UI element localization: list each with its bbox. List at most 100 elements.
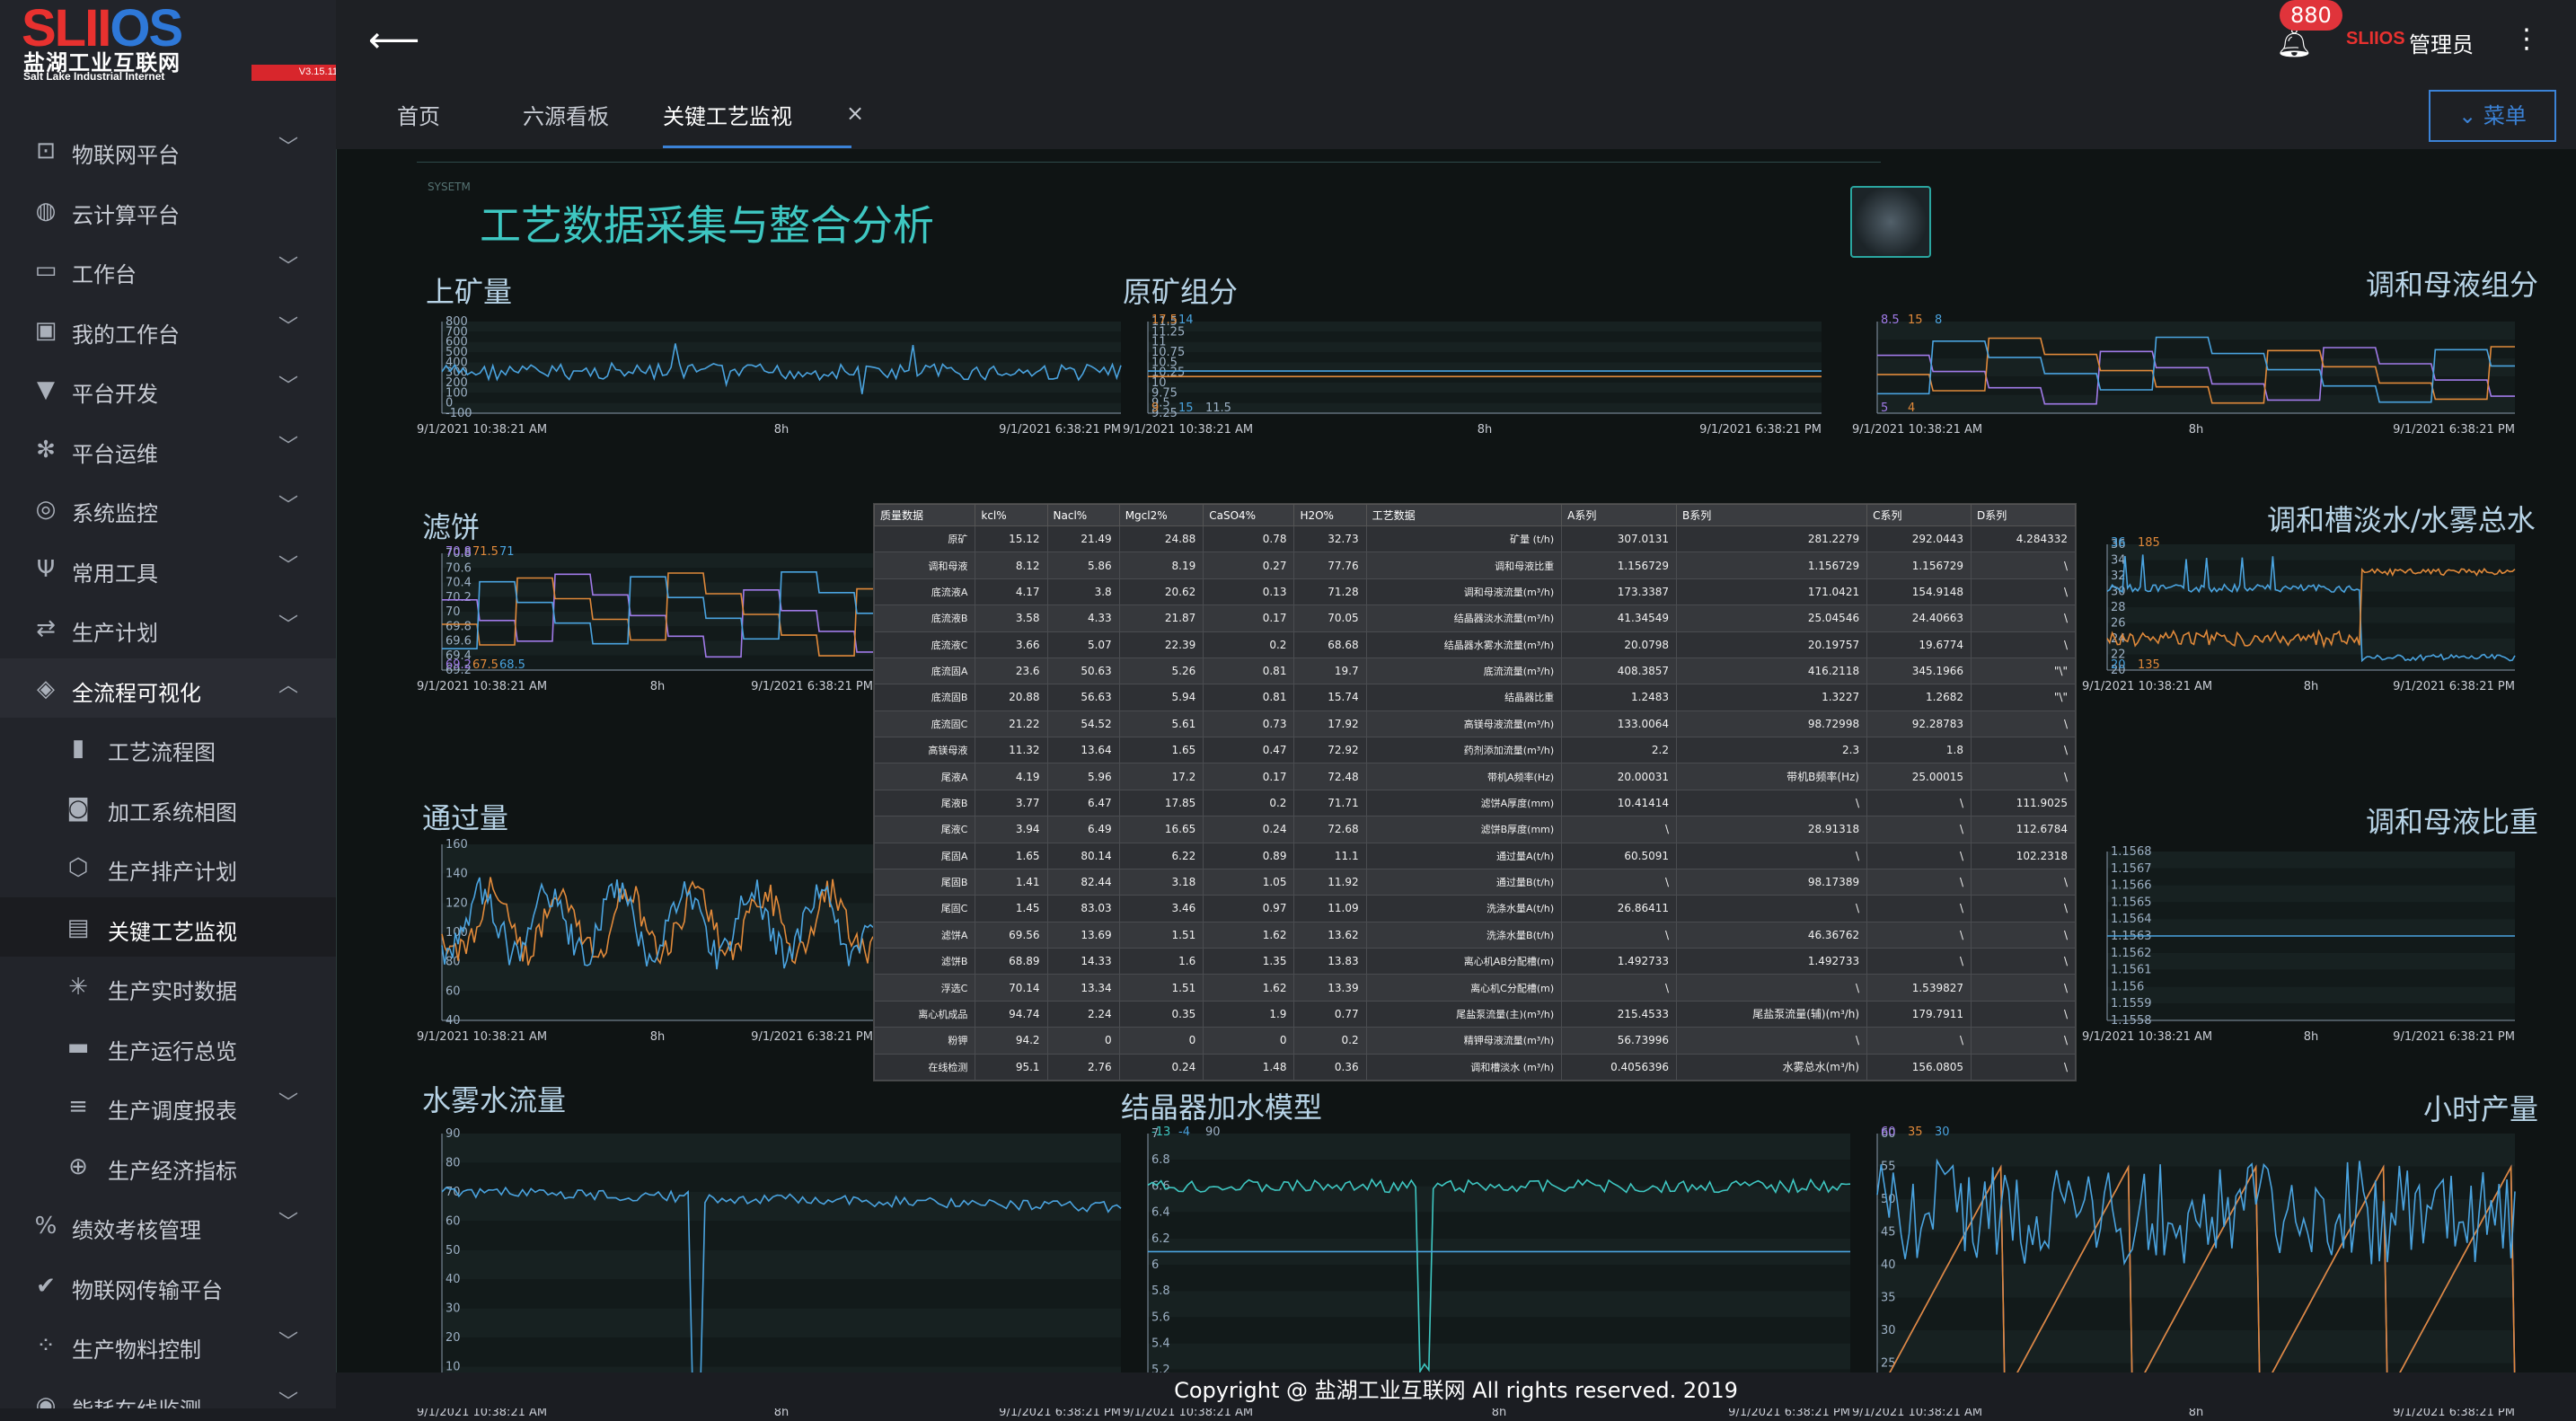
grid-band	[2107, 885, 2515, 903]
sidebar-item-0[interactable]: ⊡ 物联网平台 ﹀	[0, 120, 336, 180]
more-vertical-icon[interactable]: ⋮	[2513, 23, 2540, 55]
table-row: 底流液B 3.58 4.33 21.87 0.17 70.05 结晶器淡水流量(m³/h) 4…	[873, 605, 2076, 632]
table-cell: 尾固B	[873, 868, 976, 896]
table-cell: 6.47	[1046, 789, 1120, 817]
sidebar-item-8[interactable]: ⇄ 生产计划 ﹀	[0, 598, 336, 658]
sidebar-tail-3[interactable]: ◉ 能耗在线监测 ﹀	[0, 1375, 336, 1409]
table-header-1: kcl%	[975, 504, 1048, 526]
table-cell: \	[1971, 710, 2076, 738]
table-cell: 25.00015	[1866, 763, 1972, 790]
table-cell: 16.65	[1118, 816, 1204, 843]
legend-bottom-label: 20	[2111, 658, 2126, 672]
sidebar-item-1[interactable]: ◍ 云计算平台	[0, 181, 336, 240]
y-tick-label: 25	[1881, 1357, 1896, 1371]
tab-key-process[interactable]: 关键工艺监视	[663, 99, 792, 149]
table-cell: "\"	[1971, 657, 2076, 685]
menu-label: 平台开发	[72, 382, 158, 407]
menu-label: 绩效考核管理	[72, 1218, 201, 1243]
table-cell: \	[1561, 974, 1677, 1002]
grid-band	[442, 352, 1121, 363]
sidebar-subitem-4[interactable]: ✳ 生产实时数据	[0, 957, 336, 1016]
table-cell: 3.46	[1118, 895, 1204, 922]
table-cell: 2.76	[1046, 1053, 1120, 1081]
table-cell: 0.35	[1118, 1000, 1204, 1028]
table-cell: 原矿	[873, 525, 976, 553]
back-arrow-icon[interactable]: ⟵	[368, 20, 419, 61]
table-row: 调和母液 8.12 5.86 8.19 0.27 77.76 调和母液比重 1.156729 1…	[873, 552, 2076, 579]
table-cell: 1.62	[1203, 974, 1295, 1002]
table-cell: 20.0798	[1561, 631, 1677, 658]
table-cell: 13.39	[1293, 974, 1367, 1002]
tab-six-source[interactable]: 六源看板	[523, 99, 609, 149]
table-row: 尾固B 1.41 82.44 3.18 1.05 11.92 通过量B(t/h) \ 98.17…	[873, 868, 2076, 896]
y-tick-label: 160	[446, 838, 468, 852]
sidebar-subitem-6[interactable]: ≡ 生产调度报表 ﹀	[0, 1076, 336, 1135]
table-cell: 1.2682	[1866, 684, 1972, 711]
menu-button-label: 菜单	[2483, 103, 2527, 128]
sidebar-item-4[interactable]: ▼ 平台开发 ﹀	[0, 359, 336, 419]
table-cell: 0.78	[1203, 525, 1295, 553]
grid-band	[1148, 1343, 1850, 1370]
table-cell: 56.73996	[1561, 1027, 1677, 1055]
table-cell: 3.8	[1046, 578, 1120, 606]
monitor-icon: ▭	[34, 257, 57, 284]
user-name[interactable]: 管理员	[2409, 27, 2474, 58]
table-cell: \	[1971, 552, 2076, 579]
table-cell: 1.3227	[1675, 684, 1868, 711]
table-row: 尾液A 4.19 5.96 17.2 0.17 72.48 带机A频率(Hz) 20.0003…	[873, 763, 2076, 790]
sidebar-item-6[interactable]: ◎ 系统监控 ﹀	[0, 479, 336, 538]
table-cell: 72.68	[1293, 816, 1367, 843]
sidebar-subitem-0[interactable]: ▮ 工艺流程图	[0, 718, 336, 777]
table-cell: 0.27	[1203, 552, 1295, 579]
menu-button[interactable]: ⌄ 菜单	[2429, 90, 2556, 142]
table-cell: 1.156729	[1675, 552, 1868, 579]
sidebar-subitem-5[interactable]: ▬ 生产运行总览	[0, 1017, 336, 1076]
grid-band	[442, 393, 1121, 403]
table-cell: 3.94	[975, 816, 1048, 843]
y-tick-label: 5.6	[1151, 1311, 1170, 1324]
sidebar-subitem-7[interactable]: ⊕ 生产经济指标	[0, 1136, 336, 1196]
spinner-icon: ✳	[68, 974, 88, 1001]
table-cell: 26.86411	[1561, 895, 1677, 922]
sidebar-item-3[interactable]: ▣ 我的工作台 ﹀	[0, 300, 336, 359]
close-tab-icon[interactable]: ×	[846, 101, 864, 126]
logo[interactable]: SLIIOS 盐湖工业互联网 Salt Lake Industrial Inte…	[20, 0, 336, 84]
chevron-down-icon: ﹀	[278, 375, 298, 398]
y-tick-label: 5.8	[1151, 1284, 1170, 1298]
tab-home[interactable]: 首页	[397, 99, 440, 149]
table-cell: 77.76	[1293, 552, 1367, 579]
grid-band	[2107, 544, 2515, 560]
sidebar-tail-0[interactable]: % 绩效考核管理 ﹀	[0, 1196, 336, 1255]
sidebar-item-9[interactable]: ◈ 全流程可视化 ︿	[0, 658, 336, 718]
sidebar-subitem-1[interactable]: ◙ 加工系统相图	[0, 778, 336, 837]
sidebar-tail-1[interactable]: ✔ 物联网传输平台	[0, 1256, 336, 1315]
table-cell: \	[1866, 1027, 1972, 1055]
sidebar-subitem-3[interactable]: ▤ 关键工艺监视	[0, 896, 336, 957]
table-cell: 结晶器水雾水流量(m³/h)	[1365, 631, 1563, 658]
legend-top-label: 36	[2111, 536, 2126, 550]
notification-badge[interactable]: 880	[2280, 0, 2342, 31]
table-cell: 调和母液比重	[1365, 552, 1563, 579]
table-cell: 13.34	[1046, 974, 1120, 1002]
table-cell: 171.0421	[1675, 578, 1868, 606]
sidebar-item-5[interactable]: ✻ 平台运维 ﹀	[0, 419, 336, 479]
table-row: 尾固C 1.45 83.03 3.46 0.97 11.09 洗涤水量A(t/h) 26.86…	[873, 895, 2076, 922]
table-cell: 80.14	[1046, 842, 1120, 869]
table-cell: 6.49	[1046, 816, 1120, 843]
menu-label: 生产运行总览	[108, 1038, 237, 1064]
x-tick-label: 9/1/2021 10:38:21 AM	[1123, 423, 1253, 437]
table-cell: 111.9025	[1971, 789, 2076, 817]
sidebar-item-7[interactable]: Ψ 常用工具 ﹀	[0, 539, 336, 598]
sidebar-subitem-2[interactable]: ⬡ 生产排产计划	[0, 837, 336, 896]
table-cell: 21.49	[1046, 525, 1120, 553]
table-cell: 17.85	[1118, 789, 1204, 817]
x-tick-label: 8h	[1478, 423, 1493, 437]
sidebar-tail-2[interactable]: ⁘ 生产物料控制 ﹀	[0, 1315, 336, 1374]
table-cell: 3.66	[975, 631, 1048, 658]
sidebar-item-2[interactable]: ▭ 工作台 ﹀	[0, 240, 336, 299]
table-cell: \	[1971, 921, 2076, 949]
table-cell: 调和母液流量(m³/h)	[1365, 578, 1563, 606]
table-cell: 72.92	[1293, 736, 1367, 764]
legend-top-label: 185	[2138, 536, 2160, 550]
table-cell: 70.05	[1293, 605, 1367, 632]
